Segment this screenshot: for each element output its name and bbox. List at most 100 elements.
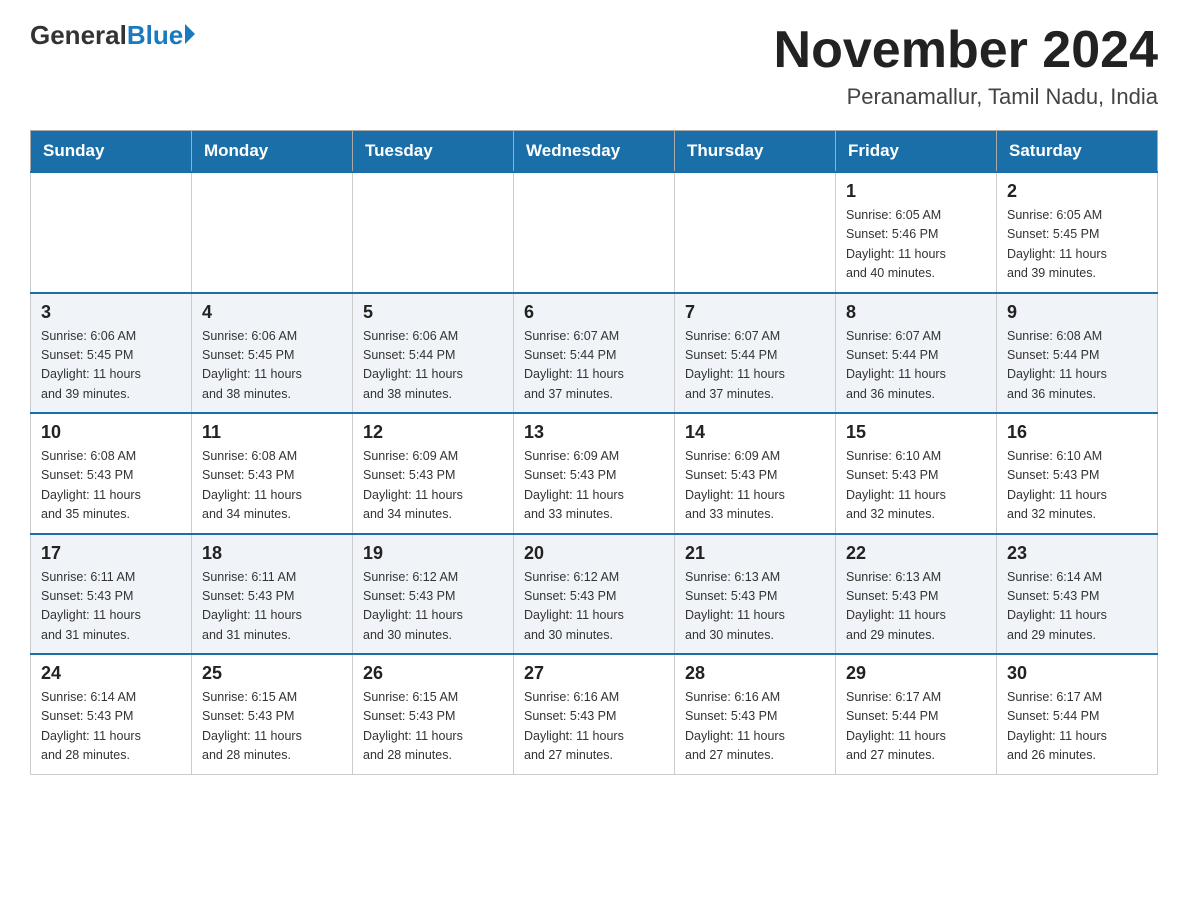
- day-info: Sunrise: 6:14 AMSunset: 5:43 PMDaylight:…: [1007, 568, 1147, 646]
- day-number: 14: [685, 422, 825, 443]
- header-monday: Monday: [192, 131, 353, 173]
- month-title: November 2024: [774, 20, 1158, 80]
- calendar-cell-0-0: [31, 172, 192, 293]
- day-number: 12: [363, 422, 503, 443]
- day-number: 16: [1007, 422, 1147, 443]
- day-number: 30: [1007, 663, 1147, 684]
- day-info: Sunrise: 6:09 AMSunset: 5:43 PMDaylight:…: [524, 447, 664, 525]
- header-friday: Friday: [836, 131, 997, 173]
- day-number: 15: [846, 422, 986, 443]
- day-info: Sunrise: 6:07 AMSunset: 5:44 PMDaylight:…: [846, 327, 986, 405]
- header: General Blue November 2024 Peranamallur,…: [30, 20, 1158, 110]
- day-number: 17: [41, 543, 181, 564]
- day-info: Sunrise: 6:06 AMSunset: 5:45 PMDaylight:…: [202, 327, 342, 405]
- day-info: Sunrise: 6:13 AMSunset: 5:43 PMDaylight:…: [846, 568, 986, 646]
- day-info: Sunrise: 6:06 AMSunset: 5:45 PMDaylight:…: [41, 327, 181, 405]
- day-info: Sunrise: 6:09 AMSunset: 5:43 PMDaylight:…: [685, 447, 825, 525]
- calendar-cell-1-4: 7Sunrise: 6:07 AMSunset: 5:44 PMDaylight…: [675, 293, 836, 414]
- day-number: 6: [524, 302, 664, 323]
- logo-blue-text: Blue: [127, 20, 183, 51]
- calendar-cell-1-3: 6 Sunrise: 6:07 AMSunset: 5:44 PMDaylight…: [514, 293, 675, 414]
- day-number: 1: [846, 181, 986, 202]
- calendar-cell-4-0: 24 Sunrise: 6:14 AMSunset: 5:43 PMDayligh…: [31, 654, 192, 774]
- calendar-cell-2-6: 16 Sunrise: 6:10 AMSunset: 5:43 PMDayligh…: [997, 413, 1158, 534]
- calendar-cell-0-4: [675, 172, 836, 293]
- calendar-cell-1-2: 5Sunrise: 6:06 AMSunset: 5:44 PMDaylight…: [353, 293, 514, 414]
- logo-blue-part: Blue: [127, 20, 195, 51]
- calendar-cell-3-2: 19Sunrise: 6:12 AMSunset: 5:43 PMDayligh…: [353, 534, 514, 655]
- day-info: Sunrise: 6:05 AMSunset: 5:46 PMDaylight:…: [846, 206, 986, 284]
- calendar-cell-1-5: 8 Sunrise: 6:07 AMSunset: 5:44 PMDaylight…: [836, 293, 997, 414]
- day-number: 7: [685, 302, 825, 323]
- day-number: 19: [363, 543, 503, 564]
- day-info: Sunrise: 6:08 AMSunset: 5:44 PMDaylight:…: [1007, 327, 1147, 405]
- logo-general-text: General: [30, 20, 127, 51]
- day-number: 21: [685, 543, 825, 564]
- calendar-table: Sunday Monday Tuesday Wednesday Thursday…: [30, 130, 1158, 775]
- calendar-cell-2-3: 13Sunrise: 6:09 AMSunset: 5:43 PMDayligh…: [514, 413, 675, 534]
- calendar-cell-4-3: 27 Sunrise: 6:16 AMSunset: 5:43 PMDayligh…: [514, 654, 675, 774]
- day-info: Sunrise: 6:10 AMSunset: 5:43 PMDaylight:…: [1007, 447, 1147, 525]
- calendar-cell-4-6: 30 Sunrise: 6:17 AMSunset: 5:44 PMDayligh…: [997, 654, 1158, 774]
- day-number: 28: [685, 663, 825, 684]
- day-info: Sunrise: 6:15 AMSunset: 5:43 PMDaylight:…: [202, 688, 342, 766]
- week-row-1: 3 Sunrise: 6:06 AMSunset: 5:45 PMDaylight…: [31, 293, 1158, 414]
- calendar-cell-0-3: [514, 172, 675, 293]
- day-number: 18: [202, 543, 342, 564]
- week-row-2: 10Sunrise: 6:08 AMSunset: 5:43 PMDayligh…: [31, 413, 1158, 534]
- day-number: 9: [1007, 302, 1147, 323]
- day-info: Sunrise: 6:17 AMSunset: 5:44 PMDaylight:…: [1007, 688, 1147, 766]
- calendar-cell-4-5: 29 Sunrise: 6:17 AMSunset: 5:44 PMDayligh…: [836, 654, 997, 774]
- calendar-cell-2-0: 10Sunrise: 6:08 AMSunset: 5:43 PMDayligh…: [31, 413, 192, 534]
- header-thursday: Thursday: [675, 131, 836, 173]
- calendar-cell-3-6: 23 Sunrise: 6:14 AMSunset: 5:43 PMDayligh…: [997, 534, 1158, 655]
- calendar-cell-3-4: 21 Sunrise: 6:13 AMSunset: 5:43 PMDayligh…: [675, 534, 836, 655]
- weekday-header-row: Sunday Monday Tuesday Wednesday Thursday…: [31, 131, 1158, 173]
- week-row-0: 1 Sunrise: 6:05 AMSunset: 5:46 PMDaylight…: [31, 172, 1158, 293]
- header-sunday: Sunday: [31, 131, 192, 173]
- day-info: Sunrise: 6:07 AMSunset: 5:44 PMDaylight:…: [524, 327, 664, 405]
- calendar-cell-4-1: 25 Sunrise: 6:15 AMSunset: 5:43 PMDayligh…: [192, 654, 353, 774]
- day-info: Sunrise: 6:08 AMSunset: 5:43 PMDaylight:…: [41, 447, 181, 525]
- calendar-cell-2-4: 14 Sunrise: 6:09 AMSunset: 5:43 PMDayligh…: [675, 413, 836, 534]
- day-info: Sunrise: 6:16 AMSunset: 5:43 PMDaylight:…: [524, 688, 664, 766]
- week-row-4: 24 Sunrise: 6:14 AMSunset: 5:43 PMDayligh…: [31, 654, 1158, 774]
- day-info: Sunrise: 6:08 AMSunset: 5:43 PMDaylight:…: [202, 447, 342, 525]
- day-number: 25: [202, 663, 342, 684]
- logo-triangle-icon: [185, 24, 195, 44]
- day-info: Sunrise: 6:10 AMSunset: 5:43 PMDaylight:…: [846, 447, 986, 525]
- calendar-cell-3-0: 17 Sunrise: 6:11 AMSunset: 5:43 PMDayligh…: [31, 534, 192, 655]
- logo: General Blue: [30, 20, 195, 51]
- day-info: Sunrise: 6:17 AMSunset: 5:44 PMDaylight:…: [846, 688, 986, 766]
- day-number: 3: [41, 302, 181, 323]
- day-number: 22: [846, 543, 986, 564]
- day-number: 20: [524, 543, 664, 564]
- calendar-cell-1-1: 4 Sunrise: 6:06 AMSunset: 5:45 PMDaylight…: [192, 293, 353, 414]
- day-number: 24: [41, 663, 181, 684]
- day-info: Sunrise: 6:13 AMSunset: 5:43 PMDaylight:…: [685, 568, 825, 646]
- day-info: Sunrise: 6:06 AMSunset: 5:44 PMDaylight:…: [363, 327, 503, 405]
- day-number: 4: [202, 302, 342, 323]
- week-row-3: 17 Sunrise: 6:11 AMSunset: 5:43 PMDayligh…: [31, 534, 1158, 655]
- location-label: Peranamallur, Tamil Nadu, India: [774, 84, 1158, 110]
- day-number: 29: [846, 663, 986, 684]
- calendar-cell-0-6: 2Sunrise: 6:05 AMSunset: 5:45 PMDaylight…: [997, 172, 1158, 293]
- calendar-cell-0-5: 1 Sunrise: 6:05 AMSunset: 5:46 PMDaylight…: [836, 172, 997, 293]
- calendar-cell-3-5: 22 Sunrise: 6:13 AMSunset: 5:43 PMDayligh…: [836, 534, 997, 655]
- calendar-cell-3-3: 20Sunrise: 6:12 AMSunset: 5:43 PMDayligh…: [514, 534, 675, 655]
- calendar-cell-1-0: 3 Sunrise: 6:06 AMSunset: 5:45 PMDaylight…: [31, 293, 192, 414]
- day-number: 27: [524, 663, 664, 684]
- calendar-cell-0-2: [353, 172, 514, 293]
- day-info: Sunrise: 6:14 AMSunset: 5:43 PMDaylight:…: [41, 688, 181, 766]
- calendar-cell-2-5: 15 Sunrise: 6:10 AMSunset: 5:43 PMDayligh…: [836, 413, 997, 534]
- day-number: 26: [363, 663, 503, 684]
- day-info: Sunrise: 6:11 AMSunset: 5:43 PMDaylight:…: [41, 568, 181, 646]
- calendar-cell-0-1: [192, 172, 353, 293]
- day-info: Sunrise: 6:16 AMSunset: 5:43 PMDaylight:…: [685, 688, 825, 766]
- calendar-cell-2-2: 12 Sunrise: 6:09 AMSunset: 5:43 PMDayligh…: [353, 413, 514, 534]
- day-number: 8: [846, 302, 986, 323]
- day-number: 11: [202, 422, 342, 443]
- day-number: 23: [1007, 543, 1147, 564]
- day-info: Sunrise: 6:09 AMSunset: 5:43 PMDaylight:…: [363, 447, 503, 525]
- day-number: 2: [1007, 181, 1147, 202]
